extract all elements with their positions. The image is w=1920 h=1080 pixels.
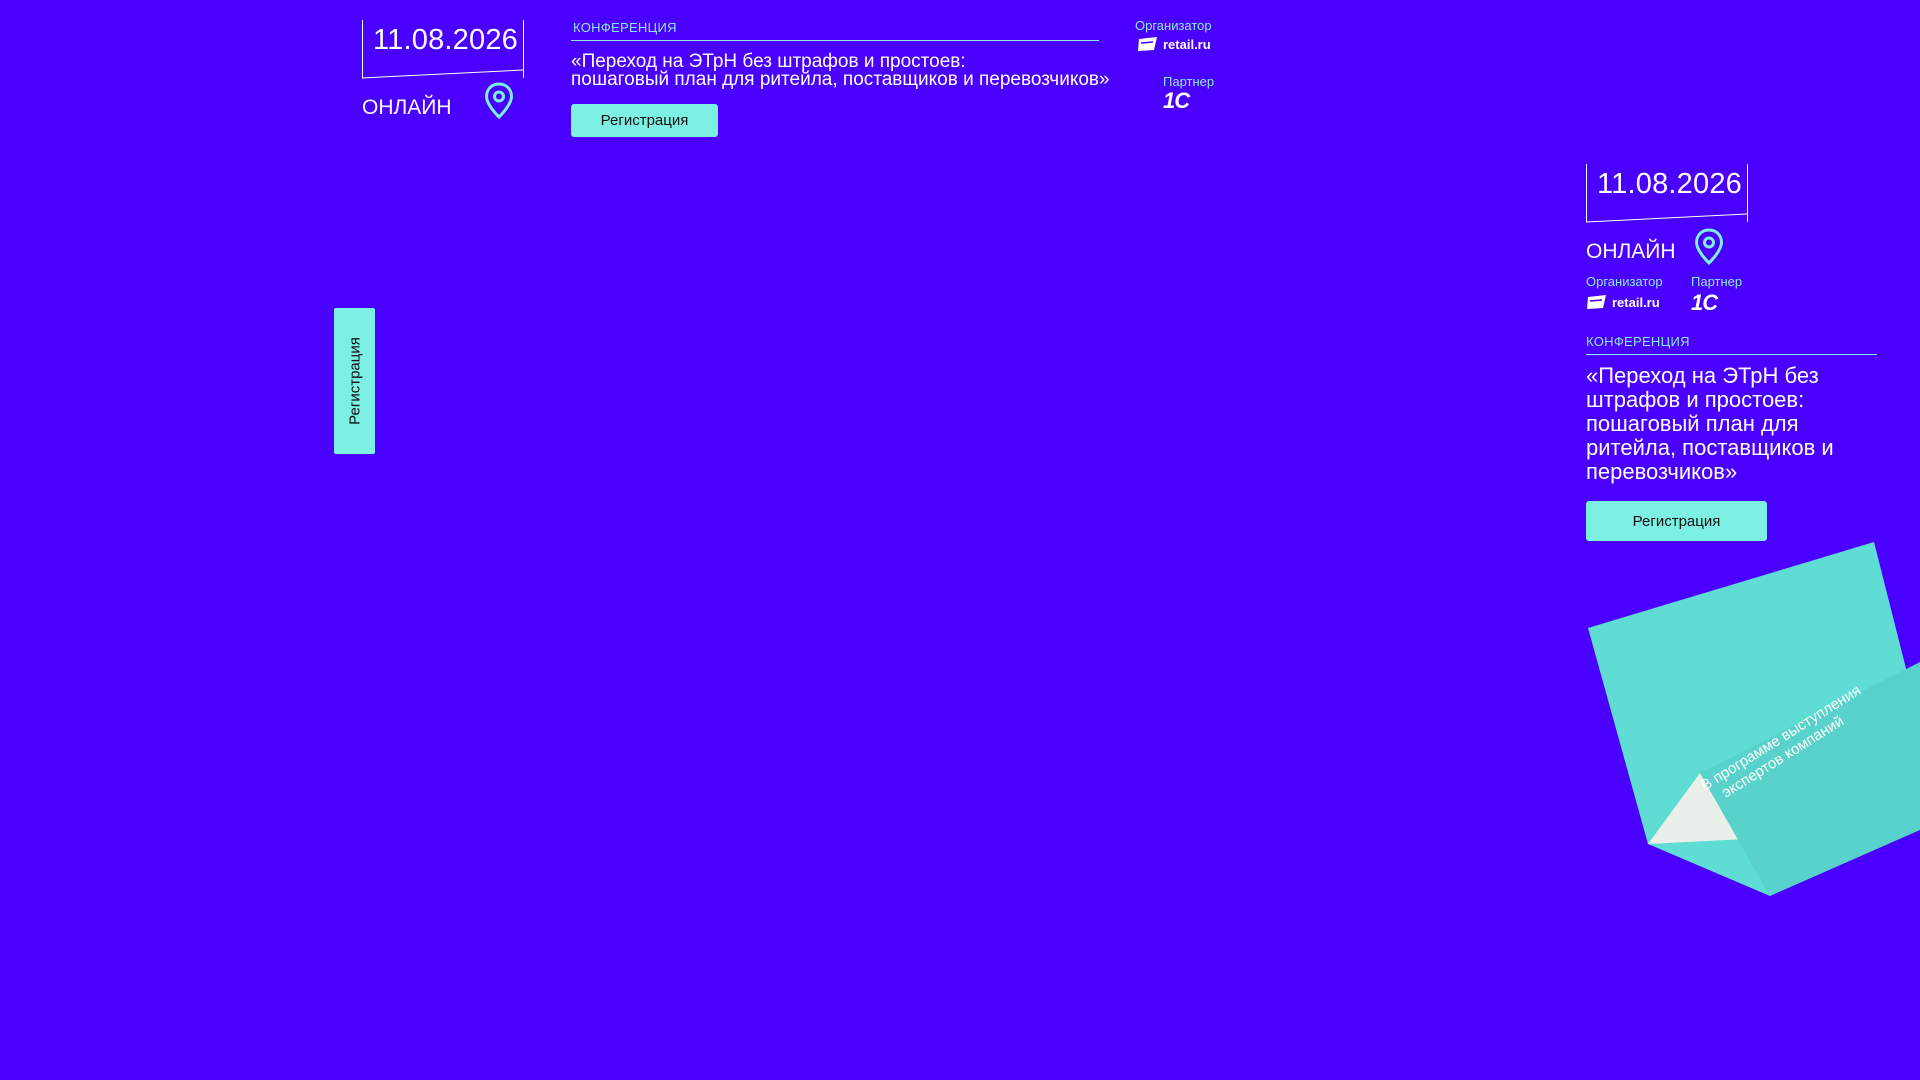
top-organizer-label: Организатор — [1135, 18, 1212, 33]
panel-event-date: 11.08.2026 — [1597, 168, 1742, 200]
retail-logo-icon — [1138, 37, 1157, 51]
top-event-format: ОНЛАЙН — [362, 96, 452, 119]
top-partner-label: Партнер — [1163, 74, 1215, 89]
top-register-button[interactable]: Регистрация — [571, 104, 718, 137]
panel-organizer-logo[interactable]: retail.ru — [1586, 294, 1660, 310]
top-category-divider — [571, 40, 1099, 41]
panel-partner-label: Партнер — [1691, 274, 1743, 289]
top-event-date: 11.08.2026 — [373, 24, 518, 56]
one-c-logo-icon[interactable]: 1С — [1163, 88, 1190, 114]
retail-logo-text: retail.ru — [1163, 36, 1211, 52]
top-category-label: КОНФЕРЕНЦИЯ — [573, 20, 677, 35]
side-register-tab-label: Регистрация — [346, 337, 363, 425]
panel-one-c-logo-icon[interactable]: 1С — [1691, 290, 1718, 316]
panel-category-label: КОНФЕРЕНЦИЯ — [1586, 334, 1690, 349]
top-organizer-logo[interactable]: retail.ru — [1137, 36, 1211, 52]
panel-category-divider — [1586, 354, 1877, 355]
panel-map-pin-icon — [1694, 228, 1724, 266]
panel-date-box: 11.08.2026 — [1586, 164, 1748, 223]
panel-retail-logo-text: retail.ru — [1612, 294, 1660, 310]
panel-event-format: ОНЛАЙН — [1586, 240, 1676, 263]
panel-event-title: «Переход на ЭТрН без штрафов и простоев:… — [1586, 363, 1834, 484]
panel-organizer-label: Организатор — [1586, 274, 1663, 289]
panel-retail-logo-icon — [1587, 295, 1606, 309]
top-date-box: 11.08.2026 — [362, 20, 524, 79]
side-register-tab[interactable]: Регистрация — [334, 308, 375, 454]
map-pin-icon — [484, 82, 514, 120]
top-event-title-line2: пошаговый план для ритейла, поставщиков … — [571, 69, 1110, 90]
panel-register-button[interactable]: Регистрация — [1586, 501, 1767, 541]
promo-paper-graphic — [1588, 542, 1920, 896]
